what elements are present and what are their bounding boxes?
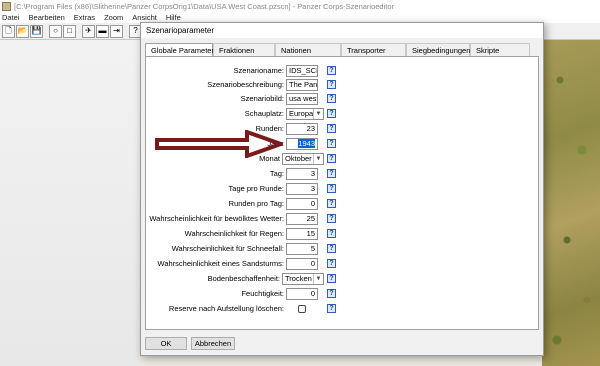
tab-transporter[interactable]: Transporter bbox=[341, 43, 406, 56]
monat-help-icon[interactable]: ? bbox=[327, 154, 336, 163]
szenariobeschreibung-field[interactable]: The Panz bbox=[286, 79, 318, 91]
sandsturm-help-icon[interactable]: ? bbox=[327, 259, 336, 268]
app-titlebar: [C:\Program Files (x86)\Slitherine\Panze… bbox=[0, 0, 600, 12]
szenarioname-help-icon[interactable]: ? bbox=[327, 66, 336, 75]
runden-pro-tag-help-icon[interactable]: ? bbox=[327, 199, 336, 208]
chevron-down-icon[interactable]: ▼ bbox=[313, 109, 323, 119]
terrain-map[interactable] bbox=[542, 40, 600, 366]
szenariobeschreibung-label: Szenariobeschreibung: bbox=[207, 80, 284, 89]
tank-icon[interactable]: ▬ bbox=[96, 24, 109, 38]
annotation-arrow-icon bbox=[155, 130, 283, 158]
schauplatz-value: Europa bbox=[289, 109, 314, 118]
monat-value: Oktober bbox=[285, 154, 312, 163]
cancel-button[interactable]: Abbrechen bbox=[191, 337, 235, 350]
schauplatz-help-icon[interactable]: ? bbox=[327, 109, 336, 118]
bewoelkt-label: Wahrscheinlichkeit für bewölktes Wetter: bbox=[149, 214, 284, 223]
tab-globale-parameter[interactable]: Globale Parameter bbox=[145, 43, 214, 57]
feuchtigkeit-label: Feuchtigkeit: bbox=[241, 289, 284, 298]
regen-label: Wahrscheinlichkeit für Regen: bbox=[184, 229, 284, 238]
schauplatz-select[interactable]: Europa ▼ bbox=[286, 108, 324, 120]
feuchtigkeit-field[interactable]: 0 bbox=[286, 288, 318, 300]
tab-siegbedingungen[interactable]: Siegbedingungen bbox=[406, 43, 470, 56]
tag-help-icon[interactable]: ? bbox=[327, 169, 336, 178]
chevron-down-icon[interactable]: ▼ bbox=[313, 274, 323, 284]
side-panel bbox=[0, 40, 140, 366]
app-title: [C:\Program Files (x86)\Slitherine\Panze… bbox=[14, 1, 395, 11]
szenariobild-help-icon[interactable]: ? bbox=[327, 94, 336, 103]
szenariobild-label: Szenariobild: bbox=[240, 94, 284, 103]
sandsturm-field[interactable]: 0 bbox=[286, 258, 318, 270]
tab-skripte[interactable]: Skripte bbox=[470, 43, 530, 56]
menu-ansicht[interactable]: Ansicht bbox=[132, 13, 157, 22]
sandsturm-label: Wahrscheinlichkeit eines Sandsturms: bbox=[157, 259, 284, 268]
schneefall-help-icon[interactable]: ? bbox=[327, 244, 336, 253]
regen-help-icon[interactable]: ? bbox=[327, 229, 336, 238]
unit-icon[interactable]: ✈ bbox=[82, 24, 95, 38]
chevron-down-icon[interactable]: ▼ bbox=[313, 154, 323, 164]
ok-button[interactable]: OK bbox=[145, 337, 187, 350]
bodenbeschaffenheit-value: Trocken bbox=[285, 274, 312, 283]
schneefall-field[interactable]: 5 bbox=[286, 243, 318, 255]
tage-pro-runde-help-icon[interactable]: ? bbox=[327, 184, 336, 193]
feuchtigkeit-help-icon[interactable]: ? bbox=[327, 289, 336, 298]
szenarioname-label: Szenarioname: bbox=[233, 66, 284, 75]
new-file-icon[interactable]: 🗋 bbox=[2, 24, 15, 38]
menu-zoom[interactable]: Zoom bbox=[104, 13, 123, 22]
square-icon[interactable]: □ bbox=[63, 24, 76, 38]
szenarioname-field[interactable]: IDS_SCEN bbox=[286, 65, 318, 77]
runden-help-icon[interactable]: ? bbox=[327, 124, 336, 133]
globale-parameter-panel: Szenarioname: IDS_SCEN ? Szenariobeschre… bbox=[145, 56, 539, 330]
reserve-label: Reserve nach Aufstellung löschen: bbox=[168, 304, 284, 313]
bewoelkt-field[interactable]: 25 bbox=[286, 213, 318, 225]
scenario-parameters-dialog: Szenarioparameter Globale Parameter Frak… bbox=[140, 22, 544, 356]
menu-bearbeiten[interactable]: Bearbeiten bbox=[29, 13, 65, 22]
monat-select[interactable]: Oktober ▼ bbox=[282, 153, 324, 165]
tab-bar: Globale Parameter Fraktionen Nationen Tr… bbox=[145, 43, 530, 57]
regen-field[interactable]: 15 bbox=[286, 228, 318, 240]
save-icon[interactable]: 💾 bbox=[30, 24, 43, 38]
tag-label: Tag: bbox=[269, 169, 284, 178]
menu-datei[interactable]: Datei bbox=[2, 13, 20, 22]
export-icon[interactable]: ⇥ bbox=[110, 24, 123, 38]
tage-pro-runde-label: Tage pro Runde: bbox=[228, 184, 284, 193]
szenariobild-field[interactable]: usa west. bbox=[286, 93, 318, 105]
runden-pro-tag-field[interactable]: 0 bbox=[286, 198, 318, 210]
circle-icon[interactable]: ○ bbox=[49, 24, 62, 38]
tab-fraktionen[interactable]: Fraktionen bbox=[213, 43, 275, 56]
tag-field[interactable]: 3 bbox=[286, 168, 318, 180]
reserve-checkbox[interactable] bbox=[298, 305, 306, 313]
jahr-help-icon[interactable]: ? bbox=[327, 139, 336, 148]
bodenbeschaffenheit-select[interactable]: Trocken ▼ bbox=[282, 273, 324, 285]
dialog-title: Szenarioparameter bbox=[146, 26, 215, 35]
reserve-help-icon[interactable]: ? bbox=[327, 304, 336, 313]
schauplatz-label: Schauplatz: bbox=[244, 109, 284, 118]
runden-pro-tag-label: Runden pro Tag: bbox=[228, 199, 284, 208]
menu-hilfe[interactable]: Hilfe bbox=[166, 13, 181, 22]
dialog-titlebar: Szenarioparameter bbox=[141, 23, 543, 38]
tab-nationen[interactable]: Nationen bbox=[275, 43, 341, 56]
open-folder-icon[interactable]: 📂 bbox=[16, 24, 29, 38]
bodenbeschaffenheit-label: Bodenbeschaffenheit: bbox=[207, 274, 280, 283]
menu-extras[interactable]: Extras bbox=[74, 13, 95, 22]
runden-field[interactable]: 23 bbox=[286, 123, 318, 135]
tage-pro-runde-field[interactable]: 3 bbox=[286, 183, 318, 195]
schneefall-label: Wahrscheinlichkeit für Schneefall: bbox=[171, 244, 284, 253]
bodenbeschaffenheit-help-icon[interactable]: ? bbox=[327, 274, 336, 283]
jahr-value: 1943 bbox=[298, 139, 315, 148]
szenariobeschreibung-help-icon[interactable]: ? bbox=[327, 80, 336, 89]
jahr-field[interactable]: 1943 bbox=[286, 138, 318, 150]
app-logo-icon bbox=[2, 1, 11, 11]
bewoelkt-help-icon[interactable]: ? bbox=[327, 214, 336, 223]
